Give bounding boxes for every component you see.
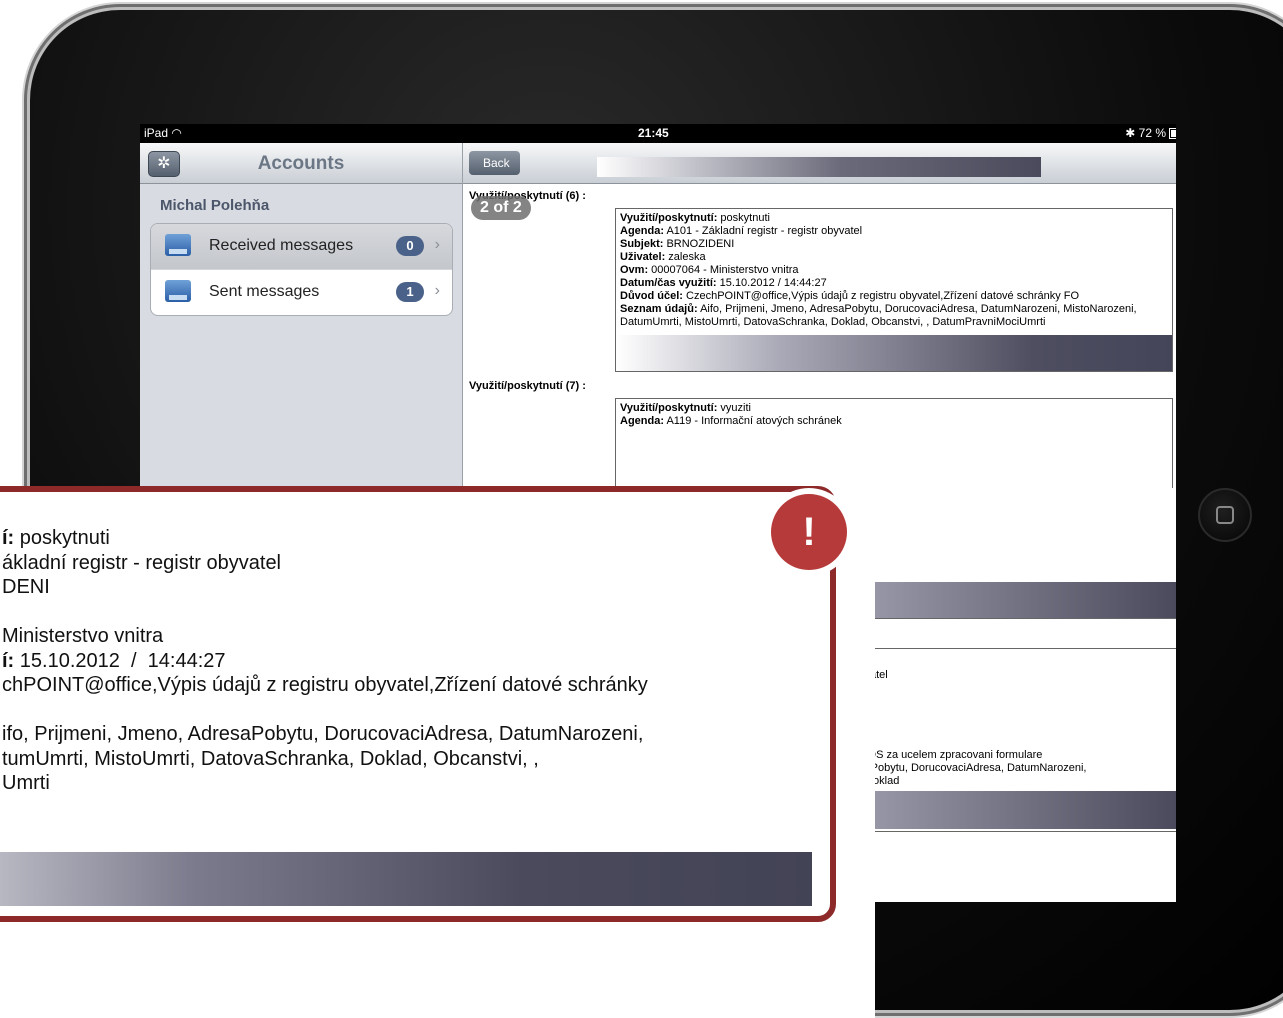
field-value: poskytnuti — [717, 212, 770, 224]
section-7-title: Využití/poskytnutí (7) : — [469, 380, 586, 392]
section-6-title: Využití/poskytnutí (6) : — [469, 190, 586, 202]
home-button[interactable] — [1198, 488, 1252, 542]
received-messages-item[interactable]: Received messages 0 › — [151, 224, 452, 270]
field-label: Agenda: — [620, 415, 664, 427]
field-label: Důvod účel: — [620, 290, 683, 302]
fragment-text: a DS za ucelem zpracovani formulare — [859, 749, 1043, 761]
field-value: BRNOZIDENI — [663, 238, 735, 250]
redacted-footer — [859, 791, 1176, 829]
field-label: Využití/poskytnutí: — [620, 212, 718, 224]
record-line: Agenda: A101 - Základní registr - regist… — [620, 225, 1168, 238]
record-line: Seznam údajů: Aifo, Prijmeni, Jmeno, Adr… — [620, 303, 1168, 329]
field-label: Ovm: — [620, 264, 649, 276]
redacted-footer — [616, 335, 1172, 371]
detail-navbar: Back — [463, 143, 1176, 184]
zoom-line: chPOINT@office,Výpis údajů z registru ob… — [2, 674, 648, 696]
outbox-icon — [165, 280, 191, 302]
zoom-line: í: poskytnuti — [2, 526, 648, 551]
zoom-line: ifo, Prijmeni, Jmeno, AdresaPobytu, Doru… — [2, 723, 644, 745]
field-label: Agenda: — [620, 225, 664, 237]
record-6: Využití/poskytnutí: poskytnuti Agenda: A… — [615, 208, 1173, 372]
home-square-icon — [1216, 506, 1234, 524]
carrier-text: iPad — [144, 126, 169, 140]
record-line: Využití/poskytnutí: poskytnuti — [620, 212, 1168, 225]
field-value: zaleska — [665, 251, 706, 263]
field-value: A101 - Základní registr - registr obyvat… — [664, 225, 863, 237]
wifi-icon: ◠ — [171, 126, 182, 140]
detail-fragments: yvatel a DS za ucelem zpracovani formula… — [850, 488, 1176, 902]
sent-messages-label: Sent messages — [209, 283, 320, 300]
alert-badge: ! — [765, 488, 853, 576]
sent-count-badge: 1 — [396, 282, 424, 302]
zoom-line: Ministerstvo vnitra — [2, 625, 164, 647]
accounts-title: Accounts — [257, 153, 345, 174]
sent-messages-item[interactable]: Sent messages 1 › — [151, 270, 452, 315]
inbox-icon — [165, 234, 191, 256]
accounts-navbar: ✲ Accounts — [140, 143, 462, 184]
field-label: Uživatel: — [620, 251, 666, 263]
zoom-key: í: — [2, 527, 15, 549]
field-label: Datum/čas využití: — [620, 277, 717, 289]
chevron-right-icon: › — [434, 282, 440, 299]
zoom-key: í: — [2, 649, 15, 672]
zoom-line: tumUmrti, MistoUmrti, DatovaSchranka, Do… — [2, 747, 539, 770]
received-count-badge: 0 — [396, 236, 424, 256]
chevron-right-icon: › — [434, 236, 440, 253]
fragment-text: saPobytu, DorucovaciAdresa, DatumNarozen… — [859, 762, 1087, 774]
field-value: atových schránek — [756, 415, 842, 427]
zoom-line — [2, 600, 648, 625]
record-line: Agenda: A119 - Informační atových schrán… — [620, 415, 1168, 428]
record-line: Uživatel: zaleska — [620, 251, 1168, 264]
battery-percent: 72 % — [1138, 126, 1166, 140]
zoom-line: DENI — [2, 576, 50, 598]
zoom-line: Umrti — [2, 772, 50, 794]
redacted-footer — [859, 582, 1176, 618]
field-value: 00007064 - Ministerstvo vnitra — [648, 264, 799, 276]
bluetooth-icon: ✱ — [1125, 126, 1136, 140]
status-bar: iPad ◠ 21:45 ✱ 72 % — [140, 124, 1176, 143]
clock: 21:45 — [638, 126, 669, 140]
field-label: Využití/poskytnutí: — [620, 402, 718, 414]
zoom-line: í: 15.10.2012 / 14:44:27 — [2, 649, 648, 674]
field-value: CzechPOINT@office,Výpis údajů z registru… — [682, 290, 1080, 302]
zoom-redacted-footer — [0, 852, 812, 906]
battery-status: ✱ 72 % — [1125, 126, 1176, 140]
account-name: Michal Polehňa — [160, 197, 270, 214]
record-line: Subjekt: BRNOZIDENI — [620, 238, 1168, 251]
page-indicator: 2 of 2 — [471, 196, 531, 220]
field-value: vyuziti — [717, 402, 751, 414]
field-value: 15.10.2012 / 14:44:27 — [716, 277, 827, 289]
carrier-label: iPad ◠ — [144, 126, 182, 140]
zoom-line: ákladní registr - registr obyvatel — [2, 551, 282, 574]
record-8-fragment: yvatel a DS za ucelem zpracovani formula… — [858, 648, 1176, 832]
record-line: Datum/čas využití: 15.10.2012 / 14:44:27 — [620, 277, 1168, 290]
field-value: Aifo, Prijmeni, Jmeno, AdresaPobytu, Dor… — [620, 303, 1137, 328]
back-button[interactable]: Back — [469, 151, 520, 175]
battery-icon — [1169, 128, 1176, 139]
zoom-frame: í: poskytnuti ákladní registr - registr … — [0, 486, 836, 922]
record-line: Důvod účel: CzechPOINT@office,Výpis údaj… — [620, 290, 1168, 303]
zoom-callout: í: poskytnuti ákladní registr - registr … — [0, 486, 875, 1018]
redacted-title — [597, 157, 1041, 177]
zoom-text: í: poskytnuti ákladní registr - registr … — [2, 526, 648, 796]
zoom-value: 15.10.2012 / 14:44:27 — [14, 649, 226, 672]
field-label: Seznam údajů: — [620, 303, 698, 315]
field-value: A119 - Informační — [664, 415, 757, 427]
record-line: Využití/poskytnutí: vyuziti — [620, 402, 1168, 415]
field-label: Subjekt: — [620, 238, 664, 250]
zoom-line — [2, 698, 648, 723]
mailbox-list: Received messages 0 › Sent messages 1 › — [150, 223, 453, 316]
zoom-value: poskytnuti — [14, 527, 110, 549]
record-7-fragment — [858, 488, 1176, 619]
exclamation-icon: ! — [771, 494, 847, 570]
record-line: Ovm: 00007064 - Ministerstvo vnitra — [620, 264, 1168, 277]
received-messages-label: Received messages — [209, 237, 354, 254]
